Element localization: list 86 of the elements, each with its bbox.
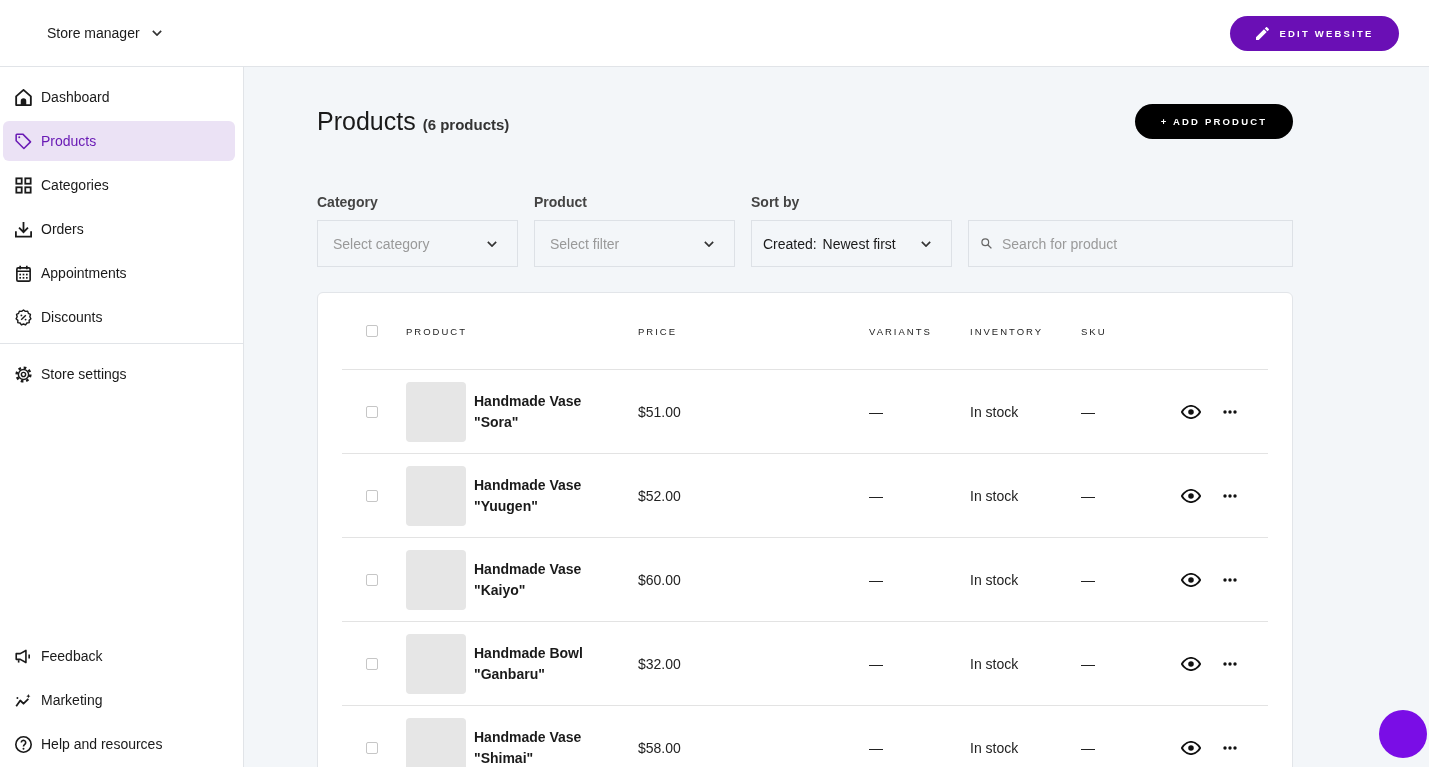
variants-cell: —	[869, 487, 883, 504]
edit-website-button[interactable]: EDIT WEBSITE	[1230, 16, 1399, 51]
column-header: PRICE	[638, 325, 679, 337]
sidebar-item[interactable]: Store settings	[3, 354, 235, 394]
trend-sparkle-icon	[15, 691, 32, 709]
price-cell: $60.00	[638, 571, 681, 588]
photo-placeholder	[406, 381, 466, 442]
calendar-icon	[15, 264, 32, 282]
sidebar-item[interactable]: Products	[3, 121, 235, 161]
price-cell: $58.00	[638, 739, 681, 756]
row-checkbox[interactable]	[366, 405, 378, 418]
add-product-button[interactable]: + ADD PRODUCT	[1135, 104, 1293, 139]
tag-icon	[15, 132, 32, 150]
row-checkbox[interactable]	[366, 489, 378, 502]
product-name: Handmade Vase "Shimai"	[474, 727, 583, 767]
column-header: INVENTORY	[970, 325, 1045, 337]
variants-cell: —	[869, 571, 883, 588]
product-count: (6 products)	[422, 116, 510, 133]
sort-select[interactable]: Created: Newest first	[751, 220, 952, 267]
sidebar-item[interactable]: Help and resources	[3, 724, 235, 764]
select-all-checkbox[interactable]	[366, 325, 378, 337]
store-switcher[interactable]: Store manager	[47, 25, 162, 41]
more-icon[interactable]	[1223, 577, 1237, 582]
more-icon[interactable]	[1223, 409, 1237, 414]
grid-icon	[15, 176, 32, 194]
price-cell: $52.00	[638, 487, 681, 504]
photo-placeholder	[406, 633, 466, 694]
product-name: Handmade Vase "Sora"	[474, 391, 583, 432]
chevron-down-icon	[151, 30, 162, 36]
sku-cell: —	[1081, 739, 1095, 756]
chevron-down-icon	[921, 240, 931, 247]
sidebar-item[interactable]: Discounts	[3, 297, 235, 337]
filter-label: Category	[317, 194, 378, 211]
sku-cell: —	[1081, 571, 1095, 588]
download-icon	[15, 220, 32, 238]
product-name: Handmade Vase "Yuugen"	[474, 475, 583, 516]
sku-cell: —	[1081, 487, 1095, 504]
column-header: PRODUCT	[406, 325, 468, 337]
more-icon[interactable]	[1223, 661, 1237, 666]
help-icon	[15, 735, 32, 753]
sidebar-item[interactable]: Appointments	[3, 253, 235, 293]
filter-label: Product	[534, 194, 587, 211]
product-name: Handmade Vase "Kaiyo"	[474, 559, 583, 600]
column-header: VARIANTS	[869, 325, 933, 337]
eye-icon[interactable]	[1181, 740, 1201, 755]
photo-placeholder	[406, 549, 466, 610]
inventory-cell: In stock	[970, 403, 1019, 420]
sku-cell: —	[1081, 655, 1095, 672]
inventory-cell: In stock	[970, 655, 1019, 672]
eye-icon[interactable]	[1181, 404, 1201, 419]
sku-cell: —	[1081, 403, 1095, 420]
megaphone-icon	[15, 647, 32, 665]
discount-badge-icon	[15, 308, 32, 326]
more-icon[interactable]	[1223, 493, 1237, 498]
filter-label: Sort by	[751, 194, 800, 211]
row-checkbox[interactable]	[366, 657, 378, 670]
variants-cell: —	[869, 655, 883, 672]
variants-cell: —	[869, 739, 883, 756]
search-icon	[981, 238, 992, 249]
sidebar-item[interactable]: Orders	[3, 209, 235, 249]
price-cell: $51.00	[638, 403, 681, 420]
column-header: SKU	[1081, 325, 1108, 337]
page-title: Products	[317, 107, 416, 136]
settings-icon	[15, 365, 32, 383]
eye-icon[interactable]	[1181, 656, 1201, 671]
product-name: Handmade Bowl "Ganbaru"	[474, 643, 584, 684]
inventory-cell: In stock	[970, 739, 1019, 756]
sidebar-item[interactable]: Dashboard	[3, 77, 235, 117]
chevron-down-icon	[487, 240, 497, 247]
sidebar-item[interactable]: Feedback	[3, 636, 235, 676]
variants-cell: —	[869, 403, 883, 420]
inventory-cell: In stock	[970, 571, 1019, 588]
row-checkbox[interactable]	[366, 573, 378, 586]
search-field[interactable]: Search for product	[968, 220, 1293, 267]
row-checkbox[interactable]	[366, 741, 378, 754]
sidebar-item[interactable]: Marketing	[3, 680, 235, 720]
more-icon[interactable]	[1223, 745, 1237, 750]
eye-icon[interactable]	[1181, 572, 1201, 587]
eye-icon[interactable]	[1181, 488, 1201, 503]
pencil-icon	[1255, 27, 1269, 40]
inventory-cell: In stock	[970, 487, 1019, 504]
sidebar-item[interactable]: Categories	[3, 165, 235, 205]
price-cell: $32.00	[638, 655, 681, 672]
photo-placeholder	[406, 465, 466, 526]
home-icon	[15, 88, 32, 106]
chevron-down-icon	[704, 240, 714, 247]
